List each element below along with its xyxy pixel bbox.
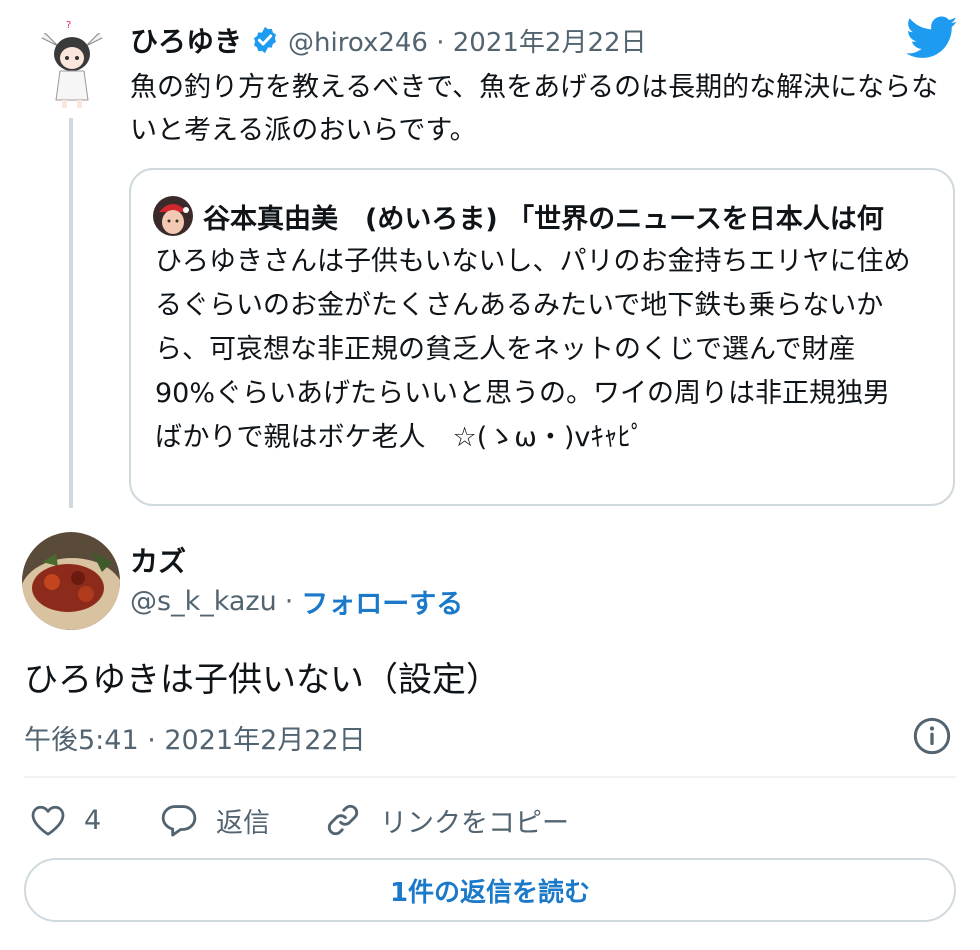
reply-author-avatar[interactable] xyxy=(22,532,120,630)
quoted-tweet-header: 谷本真由美 (めいろま) 「世界のニュースを日本人は何 xyxy=(153,196,884,236)
reply-author-subline: @s_k_kazu · フォローする xyxy=(130,582,463,621)
food-photo-avatar-icon xyxy=(22,532,120,630)
quoted-tweet-card[interactable]: 谷本真由美 (めいろま) 「世界のニュースを日本人は何 ひろゆきさんは子供もいな… xyxy=(129,168,955,506)
baby-photo-avatar-icon xyxy=(153,196,193,236)
separator-dot: · xyxy=(284,586,294,617)
copy-link-action[interactable]: リンクをコピー xyxy=(324,798,569,842)
author-avatar[interactable]: ? xyxy=(36,16,108,112)
reply-label: 返信 xyxy=(216,807,270,839)
author-handle-date[interactable]: @hirox246 · 2021年2月22日 xyxy=(288,22,647,59)
verified-badge-icon xyxy=(254,26,277,54)
thread-connector-line xyxy=(69,118,73,508)
anime-character-avatar-icon: ? xyxy=(36,16,108,112)
reply-author-handle[interactable]: @s_k_kazu xyxy=(130,586,277,617)
reply-action[interactable]: 返信 xyxy=(160,798,270,842)
like-count: 4 xyxy=(84,804,102,836)
parent-tweet-text: 魚の釣り方を教えるべきで、魚をあげるのは長期的な解決にならないと考える派のおいら… xyxy=(130,72,939,146)
like-action[interactable]: 4 xyxy=(30,798,101,842)
quoted-tweet-text: ひろゆきさんは子供もいないし、パリのお金持ちエリヤに住めるぐらいのお金がたくさん… xyxy=(155,246,911,453)
tweet-timestamp[interactable]: 午後5:41 · 2021年2月22日 xyxy=(24,718,366,757)
reply-author-name[interactable]: カズ xyxy=(130,540,186,580)
read-replies-button[interactable]: 1件の返信を読む xyxy=(24,858,956,922)
quoted-author-name: 谷本真由美 (めいろま) 「世界のニュースを日本人は何 xyxy=(203,203,884,235)
divider xyxy=(24,776,956,778)
copy-link-label: リンクをコピー xyxy=(380,807,569,839)
quoted-author-avatar xyxy=(153,196,193,236)
author-name[interactable]: ひろゆき xyxy=(130,20,242,60)
twitter-bird-icon[interactable] xyxy=(906,16,958,60)
reply-tweet-text: ひろゆきは子供いない（設定） xyxy=(24,660,500,700)
parent-tweet-header: ひろゆき @hirox246 · 2021年2月22日 xyxy=(130,20,647,60)
link-icon xyxy=(327,804,359,836)
svg-text:?: ? xyxy=(66,20,71,31)
heart-icon xyxy=(31,805,65,836)
info-icon[interactable] xyxy=(912,716,952,756)
speech-bubble-icon xyxy=(161,805,197,837)
follow-button[interactable]: フォローする xyxy=(301,582,463,621)
